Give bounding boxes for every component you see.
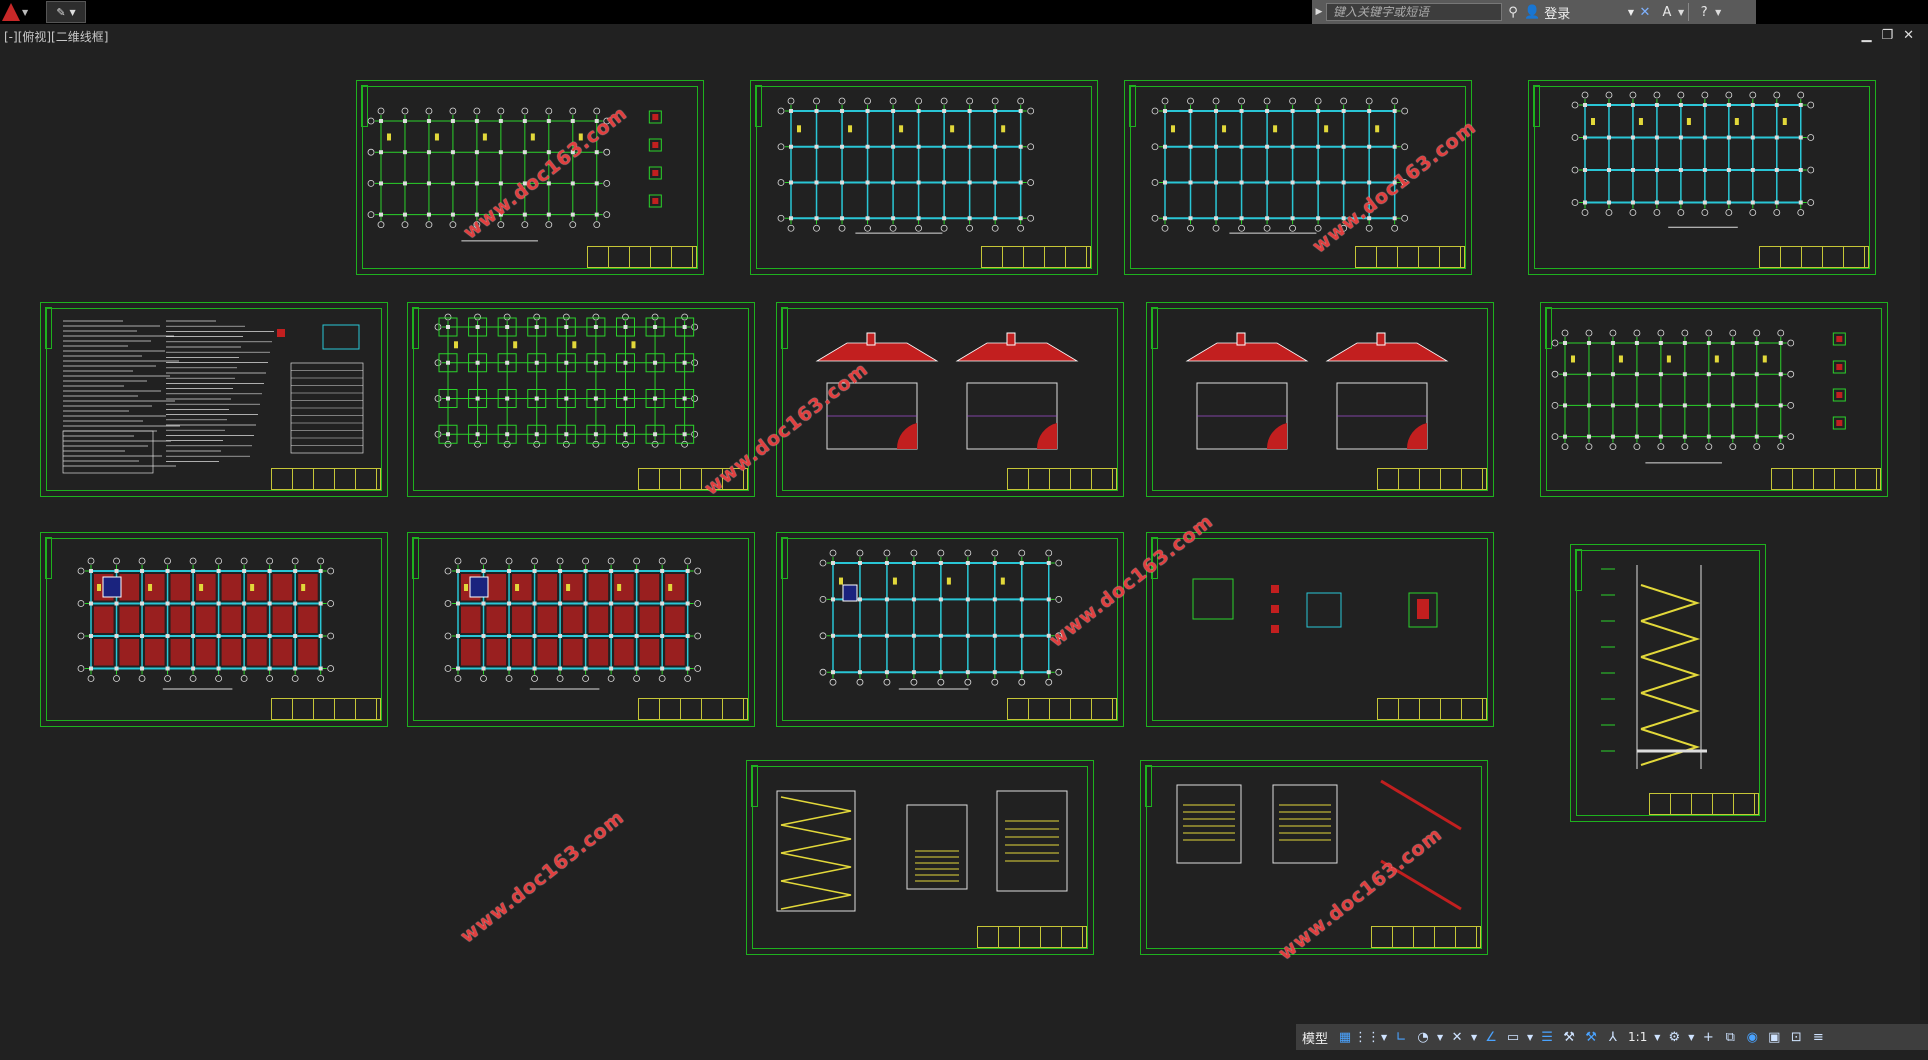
selection-cycling-icon[interactable]: ▭ [1502, 1026, 1524, 1048]
model-space-button[interactable]: 模型 [1296, 1028, 1334, 1047]
units-icon[interactable]: ⧉ [1719, 1026, 1741, 1048]
search-input[interactable]: 键入关键字或短语 [1326, 3, 1502, 21]
sheet-drawing [434, 313, 699, 448]
drawing-sheet[interactable] [407, 532, 755, 727]
title-bar: ▼ ✎ ▼ ▶ 键入关键字或短语 ⚲ 👤 登录 ▼ ✕ A ▼ ? ▼ [0, 0, 1928, 24]
workspace-icon: ✎ [56, 5, 66, 19]
separator [1688, 3, 1690, 21]
infocenter-bar: ▶ 键入关键字或短语 ⚲ 👤 登录 ▼ ✕ A ▼ ? ▼ [1312, 0, 1756, 24]
hardware-acceleration-icon[interactable]: ▣ [1763, 1026, 1785, 1048]
autocad-logo-icon [2, 3, 20, 21]
drawing-canvas[interactable] [0, 40, 1928, 1020]
sheet-drawing [77, 557, 335, 690]
drawing-sheet[interactable] [750, 80, 1098, 275]
sheet-drawing [777, 97, 1035, 234]
drawing-sheet[interactable] [40, 532, 388, 727]
clean-screen-icon[interactable]: ⊡ [1785, 1026, 1807, 1048]
lineweight-icon[interactable]: ∠ [1480, 1026, 1502, 1048]
drawing-sheet[interactable] [1570, 544, 1766, 822]
help-icon[interactable]: ? [1693, 1, 1715, 23]
drawing-sheet[interactable] [1146, 302, 1494, 497]
sheet-drawing [444, 557, 702, 690]
sheet-drawing [1571, 91, 1815, 228]
drawing-sheet[interactable] [1528, 80, 1876, 275]
drawing-sheet[interactable] [1540, 302, 1888, 497]
sheet-drawing [1185, 332, 1449, 450]
sheet-drawing [776, 790, 1068, 912]
chevron-down-icon: ▼ [22, 7, 29, 17]
auto-scale-icon[interactable]: ⚒ [1580, 1026, 1602, 1048]
user-icon: 👤 [1524, 4, 1541, 20]
customization-icon[interactable]: ≡ [1807, 1026, 1829, 1048]
chevron-down-icon: ▼ [1715, 7, 1722, 17]
expand-arrow-icon[interactable]: ▶ [1312, 1, 1326, 23]
chevron-down-icon[interactable]: ▼ [1468, 1026, 1480, 1048]
isolate-objects-icon[interactable]: ◉ [1741, 1026, 1763, 1048]
login-button[interactable]: 👤 登录 ▼ [1524, 3, 1634, 22]
sheet-drawing [1601, 565, 1707, 769]
drawing-sheet[interactable] [746, 760, 1094, 955]
chevron-down-icon: ▼ [1678, 7, 1685, 17]
status-bar: 模型 ▦ ⋮⋮ ▼ ∟ ◔ ▼ ✕ ▼ ∠ ▭ ▼ ☰ ⚒ ⚒ ⅄ 1:1 ▼ … [0, 1020, 1928, 1060]
exchange-icon[interactable]: ✕ [1634, 1, 1656, 23]
chevron-down-icon[interactable]: ▼ [1651, 1026, 1663, 1048]
sheet-drawing [62, 320, 364, 474]
grid-icon[interactable]: ▦ [1334, 1026, 1356, 1048]
snap-icon[interactable]: ⋮⋮ [1354, 1026, 1380, 1048]
chevron-down-icon: ▼ [69, 7, 76, 17]
drawing-sheet[interactable] [1146, 532, 1494, 727]
status-bar-tools: 模型 ▦ ⋮⋮ ▼ ∟ ◔ ▼ ✕ ▼ ∠ ▭ ▼ ☰ ⚒ ⚒ ⅄ 1:1 ▼ … [1296, 1024, 1928, 1050]
login-label: 登录 [1544, 6, 1571, 22]
chevron-down-icon[interactable]: ▼ [1524, 1026, 1536, 1048]
object-snap-icon[interactable]: ✕ [1446, 1026, 1468, 1048]
application-menu-button[interactable]: ▼ [2, 1, 42, 23]
properties-icon[interactable]: ☰ [1536, 1026, 1558, 1048]
quick-access-toolbar[interactable]: ✎ ▼ [46, 1, 86, 23]
autodesk-a360-icon[interactable]: A [1656, 1, 1678, 23]
annotation-visibility-icon[interactable]: ⚒ [1558, 1026, 1580, 1048]
annotation-scale-value[interactable]: 1:1 [1624, 1030, 1651, 1044]
annotation-scale-icon[interactable]: ⅄ [1602, 1026, 1624, 1048]
plus-icon[interactable]: + [1697, 1026, 1719, 1048]
ortho-icon[interactable]: ∟ [1390, 1026, 1412, 1048]
sheet-drawing [1551, 329, 1846, 464]
drawing-sheet[interactable] [407, 302, 755, 497]
binoculars-icon[interactable]: ⚲ [1502, 1, 1524, 23]
chevron-down-icon[interactable]: ▼ [1378, 1026, 1390, 1048]
polar-tracking-icon[interactable]: ◔ [1412, 1026, 1434, 1048]
drawing-sheet[interactable] [40, 302, 388, 497]
sheet-drawing [1192, 578, 1438, 633]
gear-icon[interactable]: ⚙ [1663, 1026, 1685, 1048]
vertical-scroll-edge[interactable] [1920, 40, 1928, 1020]
chevron-down-icon[interactable]: ▼ [1434, 1026, 1446, 1048]
chevron-down-icon[interactable]: ▼ [1685, 1026, 1697, 1048]
